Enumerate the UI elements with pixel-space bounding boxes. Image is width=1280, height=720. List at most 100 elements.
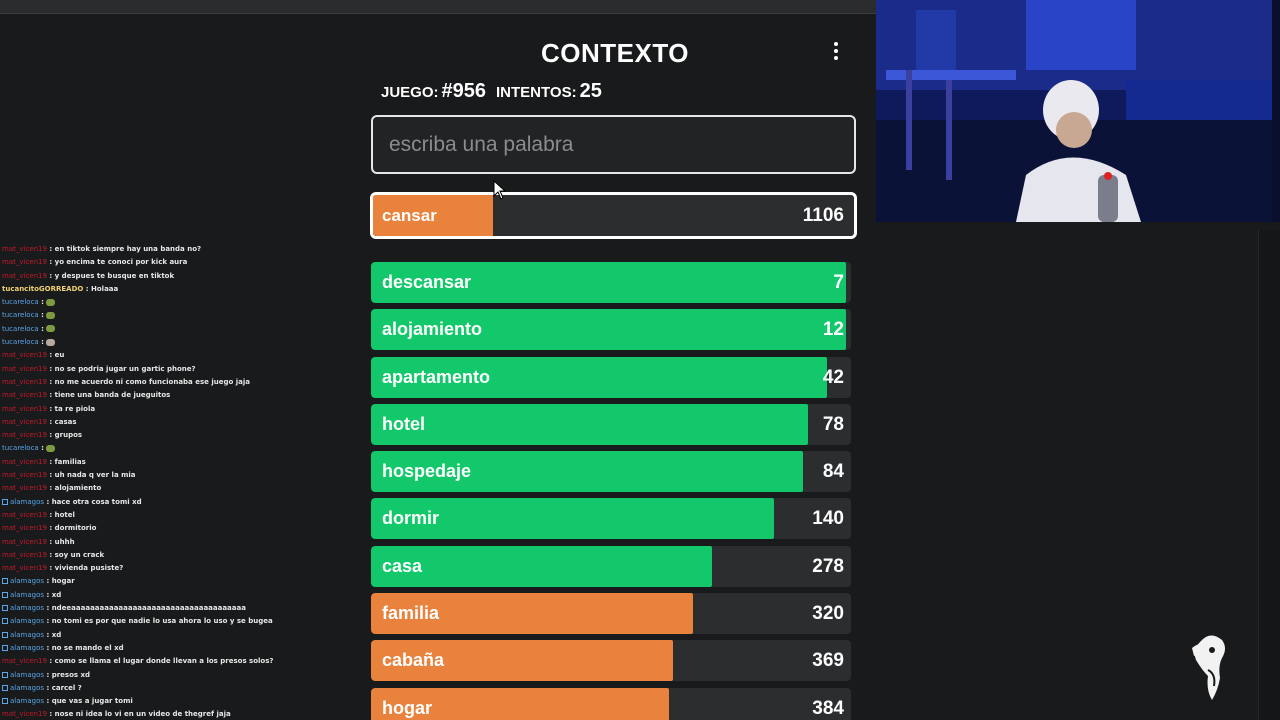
chat-message: alamagos : hogar	[2, 575, 362, 588]
chat-message: mat_vicen19 : en tiktok siempre hay una …	[2, 243, 362, 256]
guess-row: apartamento 42	[371, 356, 851, 398]
chat-message: mat_vicen19 : no se podria jugar un gart…	[2, 363, 362, 376]
chat-text: : ndeeaaaaaaaaaaaaaaaaaaaaaaaaaaaaaaaaaa…	[46, 604, 246, 613]
chat-username[interactable]: mat_vicen19	[2, 484, 47, 492]
chat-badge-icon	[2, 698, 8, 705]
chat-username[interactable]: alamagos	[10, 684, 44, 692]
chat-username[interactable]: mat_vicen19	[2, 258, 47, 266]
attempts-label: INTENTOS:	[496, 84, 577, 101]
chat-message: mat_vicen19 : uhhh	[2, 536, 362, 549]
chat-text: :	[41, 311, 44, 320]
guess-word: alojamiento	[382, 319, 483, 340]
word-input[interactable]: escriba una palabra	[371, 115, 856, 174]
chat-username[interactable]: tucareloca	[2, 338, 39, 346]
chat-message: mat_vicen19 : uh nada q ver la mia	[2, 469, 362, 482]
chat-text: : uhhh	[49, 537, 75, 546]
guess-rank: 369	[812, 650, 844, 672]
guess-word: hotel	[382, 413, 425, 434]
chat-username[interactable]: tucancitoGORREADO	[2, 285, 83, 293]
chat-username[interactable]: mat_vicen19	[2, 351, 47, 359]
chat-username[interactable]: tucareloca	[2, 444, 39, 452]
chat-username[interactable]: mat_vicen19	[2, 378, 47, 386]
toucan-logo-icon	[1192, 635, 1225, 700]
chat-message: tucareloca :	[2, 442, 362, 455]
chat-message: tucareloca :	[2, 309, 362, 322]
guess-bar	[371, 403, 808, 445]
chat-username[interactable]: mat_vicen19	[2, 538, 47, 546]
chat-username[interactable]: alamagos	[10, 577, 44, 585]
chat-username[interactable]: mat_vicen19	[2, 511, 47, 519]
chat-message: alamagos : hace otra cosa tomi xd	[2, 496, 362, 509]
chat-emote-icon	[46, 298, 56, 306]
chat-message: tucareloca :	[2, 296, 362, 309]
chat-username[interactable]: mat_vicen19	[2, 245, 47, 253]
guess-row: familia 320	[371, 593, 851, 635]
chat-message: mat_vicen19 : ta re piola	[2, 403, 362, 416]
chat-username[interactable]: alamagos	[10, 604, 44, 612]
chat-username[interactable]: alamagos	[10, 644, 44, 652]
guess-word: descansar	[382, 272, 472, 292]
chat-text: : presos xd	[46, 670, 91, 679]
guess-row: descansar 7	[371, 262, 851, 303]
chat-text: : uh nada q ver la mia	[49, 471, 136, 480]
chat-text: : xd	[46, 590, 62, 599]
guess-row: cabaña 369	[371, 640, 851, 682]
chat-username[interactable]: mat_vicen19	[2, 418, 47, 426]
chat-text: :	[41, 298, 44, 307]
chat-username[interactable]: mat_vicen19	[2, 405, 47, 413]
chat-message: alamagos : no tomi es por que nadie lo u…	[2, 615, 362, 628]
chat-username[interactable]: mat_vicen19	[2, 458, 47, 466]
chat-text: : dormitorio	[49, 524, 97, 533]
chat-emote-icon	[46, 444, 56, 452]
chat-username[interactable]: alamagos	[10, 591, 44, 599]
chat-username[interactable]: mat_vicen19	[2, 657, 47, 665]
chat-username[interactable]: mat_vicen19	[2, 551, 47, 559]
guess-list: descansar 7 alojamiento 12 apartamento 42 hote…	[371, 262, 851, 720]
current-guess-word: cansar	[382, 206, 437, 225]
chat-text: : no se mando el xd	[46, 643, 124, 652]
guess-row: hospedaje 84	[371, 451, 851, 493]
chat-username[interactable]: mat_vicen19	[2, 365, 47, 373]
chat-text: : ta re piola	[49, 404, 96, 413]
chat-username[interactable]: mat_vicen19	[2, 272, 47, 280]
chat-username[interactable]: mat_vicen19	[2, 710, 47, 718]
chat-text: : xd	[46, 630, 62, 639]
current-guess: cansar 1106	[370, 192, 857, 239]
contexto-game: CONTEXTO JUEGO: #956 INTENTOS: 25 escriba u…	[362, 14, 868, 720]
chat-username[interactable]: mat_vicen19	[2, 471, 47, 479]
chat-username[interactable]: alamagos	[10, 498, 44, 506]
chat-text: : Holaaa	[85, 284, 119, 293]
chat-username[interactable]: tucareloca	[2, 311, 39, 319]
kebab-menu-icon[interactable]	[828, 40, 844, 62]
chat-username[interactable]: alamagos	[10, 631, 44, 639]
game-title: CONTEXTO	[541, 38, 689, 68]
chat-message: mat_vicen19 : tiene una banda de jueguit…	[2, 389, 362, 402]
guess-word: hospedaje	[382, 461, 472, 482]
chat-username[interactable]: mat_vicen19	[2, 524, 47, 532]
chat-username[interactable]: alamagos	[10, 671, 44, 679]
chat-username[interactable]: alamagos	[10, 697, 44, 705]
chat-text: : vivienda pusiste?	[49, 564, 124, 573]
guess-rank: 384	[812, 697, 844, 719]
chat-message: alamagos : xd	[2, 629, 362, 642]
guess-bar	[371, 545, 712, 587]
chat-emote-icon	[46, 325, 56, 333]
chat-username[interactable]: alamagos	[10, 617, 44, 625]
chat-message: tucancitoGORREADO : Holaaa	[2, 283, 362, 296]
guess-word: apartamento	[382, 366, 491, 387]
chat-text: : hace otra cosa tomi xd	[46, 497, 142, 506]
chat-text: : nose ni idea lo vi en un video de theg…	[49, 710, 231, 719]
chat-message: mat_vicen19 : alojamiento	[2, 482, 362, 495]
chat-username[interactable]: mat_vicen19	[2, 391, 47, 399]
chat-message: mat_vicen19 : dormitorio	[2, 522, 362, 535]
stream-chat: mat_vicen19 : en tiktok siempre hay una …	[2, 243, 362, 720]
chat-username[interactable]: tucareloca	[2, 298, 39, 306]
chat-username[interactable]: tucareloca	[2, 325, 39, 333]
chat-text: : no me acuerdo ni como funcionaba ese j…	[49, 377, 250, 386]
chat-username[interactable]: mat_vicen19	[2, 564, 47, 572]
chat-username[interactable]: mat_vicen19	[2, 431, 47, 439]
guess-rank: 42	[822, 366, 844, 388]
guess-row: hogar 384	[371, 687, 851, 720]
chat-message: mat_vicen19 : como se llama el lugar don…	[2, 655, 362, 668]
browser-top-bar	[0, 0, 876, 14]
